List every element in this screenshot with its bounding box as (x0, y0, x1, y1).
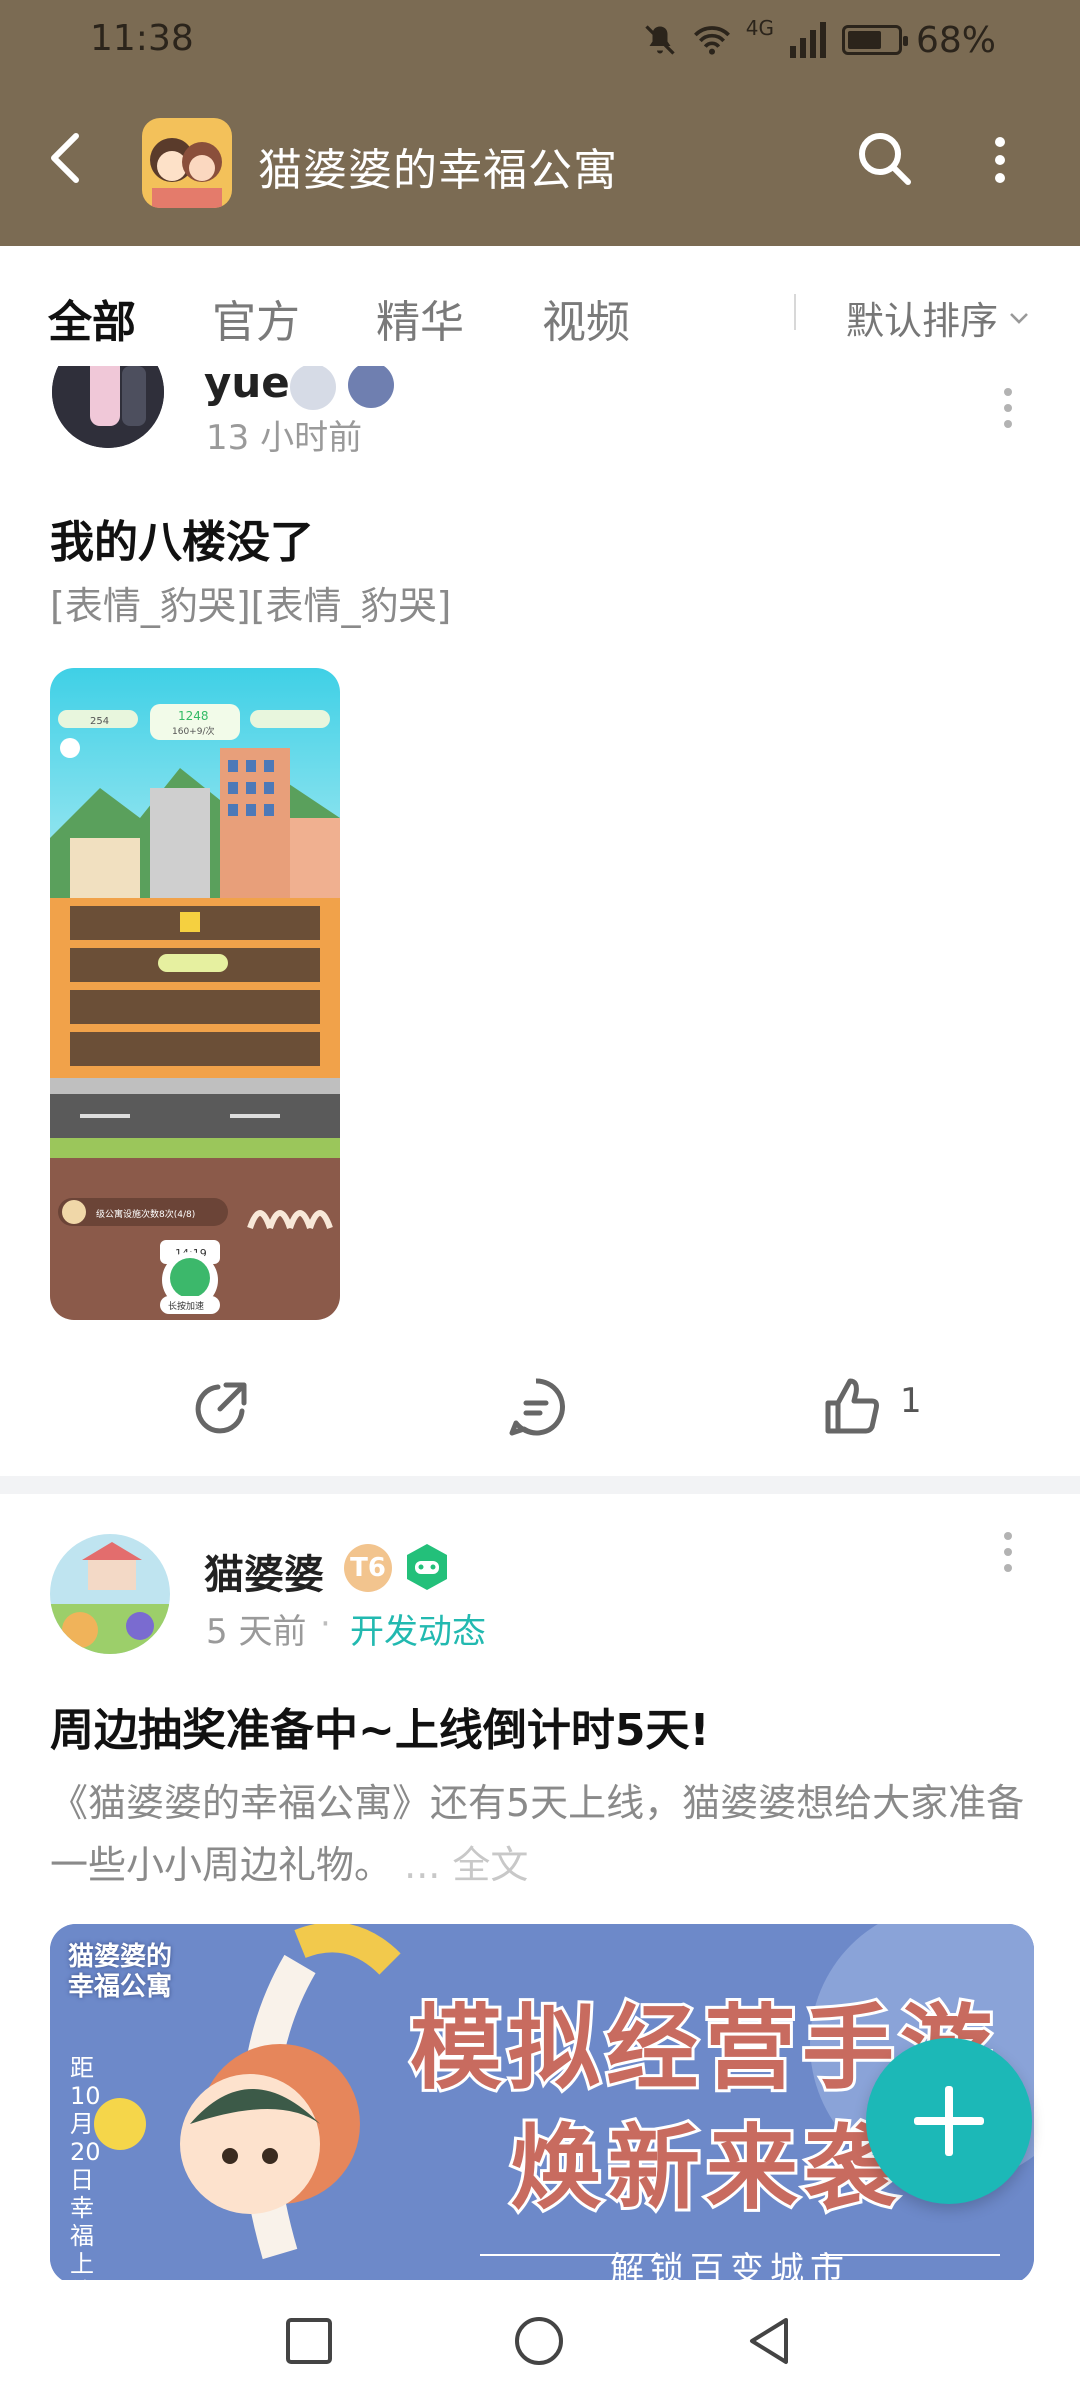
post-body[interactable]: [表情_豹哭][表情_豹哭] (50, 574, 451, 638)
like-count: 1 (900, 1381, 922, 1421)
nav-bar: 猫婆婆的幸福公寓 (0, 96, 1080, 226)
chevron-down-icon (1010, 312, 1028, 324)
post-card[interactable]: 猫婆婆 T6 5 天前 · 开发动态 周边抽奖准备中~上线倒计时5天! 《猫婆婆… (0, 1494, 1080, 2400)
read-more-link[interactable]: ... 全文 (404, 1843, 528, 1887)
level-badge-icon (290, 366, 336, 410)
post-card[interactable]: yue 13 小时前 我的八楼没了 [表情_豹哭][表情_豹哭] 254 124… (0, 366, 1080, 1476)
page-title: 猫婆婆的幸福公寓 (258, 145, 618, 196)
top-header: 11:38 4G 68% 猫婆婆的幸福公寓 (0, 0, 1080, 246)
image-speed-button: 长按加速 (168, 1300, 204, 1312)
comment-icon[interactable] (504, 1375, 568, 1439)
post-menu-icon[interactable] (1002, 388, 1014, 434)
tab-featured[interactable]: 精华 (376, 286, 464, 350)
username[interactable]: 猫婆婆 (204, 1542, 324, 1600)
create-post-button[interactable] (866, 2038, 1032, 2204)
banner-headline-2: 焕新来袭 (507, 2112, 903, 2225)
back-arrow-icon[interactable] (40, 128, 90, 188)
rate-label: 160+9/次 (172, 725, 214, 737)
tab-video[interactable]: 视频 (542, 286, 630, 350)
tab-divider (794, 294, 796, 330)
post-menu-icon[interactable] (1002, 1532, 1014, 1578)
medal-icon (348, 366, 394, 408)
post-time: 5 天前 (206, 1612, 307, 1652)
post-body[interactable]: 《猫婆婆的幸福公寓》还有5天上线，猫婆婆想给大家准备一些小小周边礼物。 ... … (50, 1772, 1030, 1896)
tab-bar: 全部 官方 精华 视频 默认排序 (0, 246, 1080, 366)
level-badge: T6 (344, 1544, 392, 1592)
post-body-text: 《猫婆婆的幸福公寓》还有5天上线，猫婆婆想给大家准备一些小小周边礼物。 (50, 1781, 1025, 1887)
back-triangle-icon[interactable] (742, 2314, 796, 2368)
post-time: 13 小时前 (206, 418, 363, 458)
post-title[interactable]: 我的八楼没了 (50, 506, 314, 570)
banner-countdown-text: 距10月20日幸福上线还有 (70, 2054, 101, 2284)
home-icon[interactable] (512, 2314, 566, 2368)
more-vertical-icon[interactable] (980, 130, 1020, 190)
like-icon[interactable] (820, 1375, 884, 1439)
meta-separator: · (320, 1604, 331, 1644)
battery-percent: 68% (915, 19, 996, 61)
coins-label: 254 (90, 716, 109, 727)
post-tag[interactable]: 开发动态 (350, 1604, 486, 1653)
avatar[interactable] (52, 366, 164, 448)
network-label: 4G (745, 16, 774, 40)
banner-subtitle: 解锁百变城市 (610, 2250, 850, 2284)
money-label: 1248 (178, 709, 209, 723)
image-hint: 级公寓设施次数8次(4/8) (96, 1208, 195, 1220)
sort-label: 默认排序 (846, 299, 999, 343)
app-avatar[interactable] (142, 118, 232, 208)
sort-dropdown[interactable]: 默认排序 (846, 290, 1030, 345)
username[interactable]: yue (204, 366, 290, 407)
battery-icon (841, 25, 908, 55)
status-time: 11:38 (90, 18, 194, 59)
mute-icon (645, 25, 675, 55)
system-nav-bar (0, 2280, 1080, 2400)
post-title[interactable]: 周边抽奖准备中~上线倒计时5天! (50, 1694, 710, 1758)
post-actions: 1 (0, 1351, 1080, 1461)
post-image[interactable]: 254 1248 160+9/次 级公寓设施次数8次(4/8) 长按加速 (50, 668, 340, 1320)
feed-divider (0, 1476, 1080, 1494)
banner-logo: 猫婆婆的幸福公寓 (68, 1942, 173, 2002)
share-icon[interactable] (190, 1375, 254, 1439)
status-bar: 11:38 4G 68% (0, 0, 1080, 80)
signal-icon (789, 22, 826, 58)
avatar[interactable] (50, 1534, 170, 1654)
recent-apps-icon[interactable] (282, 2314, 336, 2368)
tab-all[interactable]: 全部 (48, 286, 136, 350)
wifi-icon (693, 26, 730, 55)
status-icons: 4G 68% (642, 16, 996, 62)
gamepad-badge-icon (407, 1544, 447, 1590)
tab-official[interactable]: 官方 (212, 286, 300, 350)
search-icon[interactable] (852, 126, 918, 192)
